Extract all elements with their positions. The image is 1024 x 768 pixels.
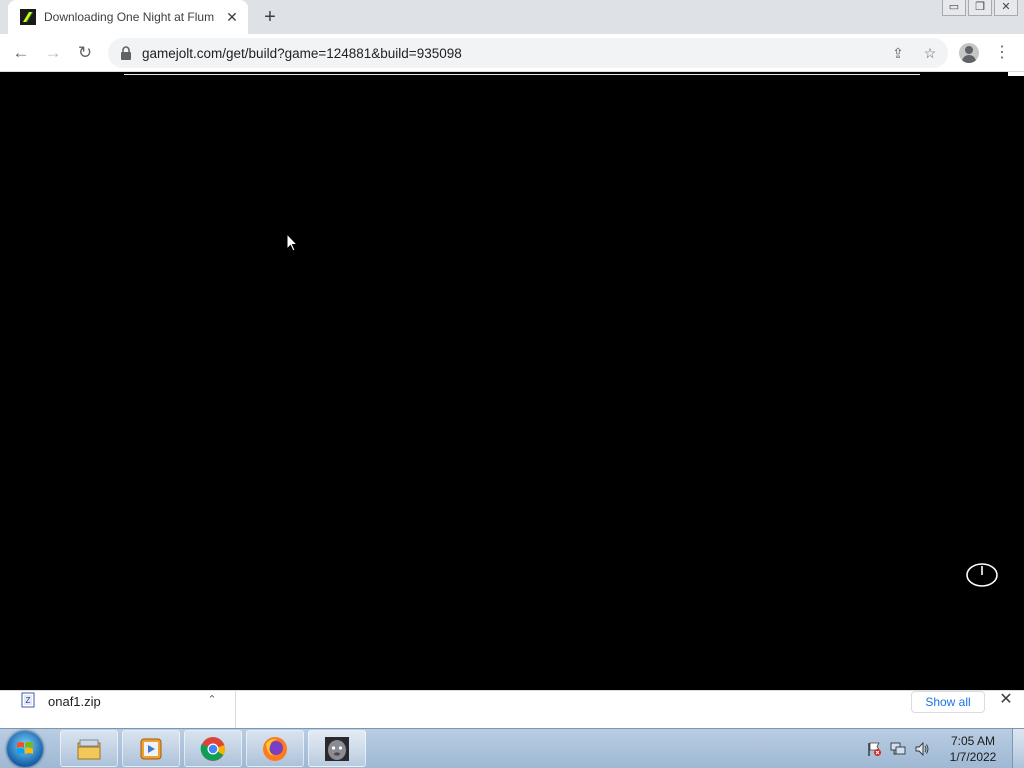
chrome-icon: [200, 737, 226, 761]
mouse-cursor-icon: [286, 233, 298, 252]
zip-file-icon: Z: [21, 692, 35, 708]
svg-text:Z: Z: [26, 696, 31, 705]
minimize-button[interactable]: ▭: [942, 0, 966, 16]
profile-avatar-icon[interactable]: [959, 43, 979, 63]
download-item[interactable]: Z onaf1.zip ⌃: [0, 691, 236, 728]
scrollbar-top: [1008, 72, 1024, 76]
loading-line: [124, 74, 920, 75]
window-controls: ▭ ❐ ✕: [942, 0, 1018, 18]
screen: Downloading One Night at Flum ✕ + ▭ ❐ ✕ …: [0, 0, 1024, 768]
forward-icon[interactable]: →: [41, 41, 65, 65]
windows-explorer-icon: [77, 739, 101, 760]
share-icon[interactable]: ⇪: [888, 43, 908, 63]
taskbar-firefox-button[interactable]: [246, 730, 304, 767]
bookmark-star-icon[interactable]: ☆: [920, 43, 940, 63]
restore-button[interactable]: ❐: [968, 0, 992, 16]
download-filename: onaf1.zip: [48, 694, 101, 709]
taskbar-chrome-button[interactable]: [184, 730, 242, 767]
browser-toolbar: ← → ↻ gamejolt.com/get/build?game=124881…: [0, 34, 1024, 72]
lock-icon: [121, 46, 131, 60]
address-bar[interactable]: gamejolt.com/get/build?game=124881&build…: [108, 38, 948, 68]
taskbar-media-player-button[interactable]: [122, 730, 180, 767]
clock-date: 1/7/2022: [949, 750, 997, 764]
game-app-icon: [325, 737, 349, 761]
page-content: [0, 72, 1024, 690]
action-center-flag-icon[interactable]: [866, 741, 882, 757]
start-button[interactable]: [7, 731, 43, 767]
chevron-up-icon[interactable]: ⌃: [204, 692, 220, 708]
new-tab-button[interactable]: +: [258, 6, 282, 28]
taskbar-explorer-button[interactable]: [60, 730, 118, 767]
power-icon[interactable]: [966, 559, 998, 591]
show-desktop-button[interactable]: [1012, 729, 1024, 768]
download-shelf: Z onaf1.zip ⌃ Show all ✕: [0, 690, 1024, 728]
browser-tab[interactable]: Downloading One Night at Flum ✕: [8, 0, 248, 34]
firefox-icon: [263, 737, 287, 761]
taskbar-game-button[interactable]: [308, 730, 366, 767]
volume-icon[interactable]: [914, 741, 930, 757]
browser-menu-icon[interactable]: ⋮: [992, 43, 1012, 63]
network-icon[interactable]: [890, 741, 906, 757]
back-icon[interactable]: ←: [9, 41, 33, 65]
url-text: gamejolt.com/get/build?game=124881&build…: [142, 46, 462, 61]
gamejolt-icon: [20, 9, 36, 25]
windows-logo-icon: [17, 742, 33, 754]
reload-icon[interactable]: ↻: [73, 41, 97, 65]
media-player-icon: [140, 738, 162, 760]
window-close-button[interactable]: ✕: [994, 0, 1018, 16]
taskbar: 7:05 AM 1/7/2022: [0, 728, 1024, 768]
close-tab-icon[interactable]: ✕: [224, 9, 240, 25]
close-download-shelf-icon[interactable]: ✕: [996, 691, 1016, 711]
system-clock[interactable]: 7:05 AM 1/7/2022: [940, 733, 1006, 765]
show-all-button[interactable]: Show all: [911, 691, 985, 713]
tab-strip: Downloading One Night at Flum ✕ + ▭ ❐ ✕: [0, 0, 1024, 34]
tab-title: Downloading One Night at Flum: [44, 10, 215, 24]
clock-time: 7:05 AM: [950, 734, 996, 748]
